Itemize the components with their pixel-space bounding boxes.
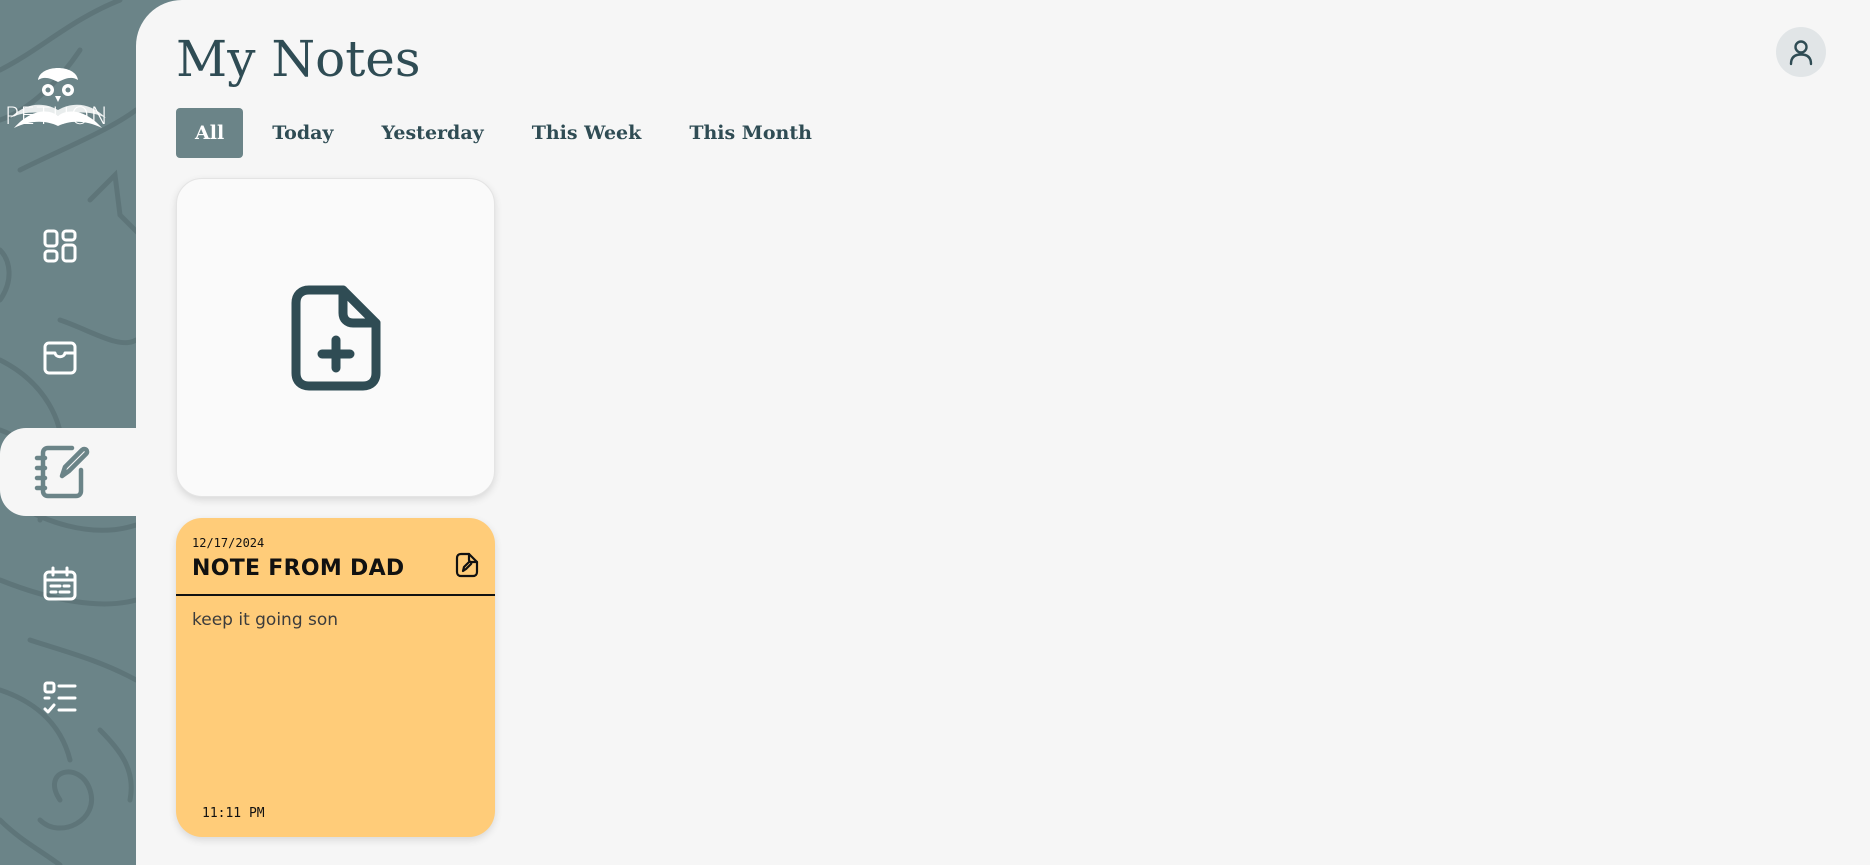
tab-yesterday[interactable]: Yesterday <box>362 108 502 158</box>
file-edit-icon[interactable] <box>455 552 479 578</box>
note-divider <box>176 594 495 596</box>
note-date: 12/17/2024 <box>192 536 265 550</box>
tab-this-week[interactable]: This Week <box>513 108 661 158</box>
tab-this-month[interactable]: This Month <box>670 108 831 158</box>
filter-tabs: All Today Yesterday This Week This Month <box>176 108 841 158</box>
tab-today[interactable]: Today <box>253 108 352 158</box>
tab-all[interactable]: All <box>176 108 244 158</box>
user-icon <box>1789 40 1813 66</box>
checklist-icon <box>43 681 77 714</box>
sidebar-item-inbox[interactable] <box>0 314 136 402</box>
sidebar-item-dashboard[interactable] <box>0 202 136 290</box>
calendar-icon <box>43 566 77 601</box>
note-card[interactable]: 12/17/2024 NOTE FROM DAD keep it going s… <box>176 518 495 837</box>
sidebar: PETUON <box>0 0 136 865</box>
inbox-tray-icon <box>43 341 77 375</box>
sidebar-item-tasks[interactable] <box>0 654 136 742</box>
notebook-pen-icon <box>34 445 90 499</box>
note-time: 11:11 PM <box>202 806 265 821</box>
brand-name: PETUON <box>4 102 110 130</box>
sidebar-item-calendar[interactable] <box>0 540 136 628</box>
new-note-card[interactable] <box>176 178 495 497</box>
note-body: keep it going son <box>192 610 339 630</box>
dashboard-grid-icon <box>43 229 77 263</box>
user-avatar-button[interactable] <box>1776 27 1826 77</box>
file-plus-icon <box>291 285 380 390</box>
main-panel: My Notes All Today Yesterday This Week T… <box>136 0 1870 865</box>
sidebar-item-notes[interactable] <box>0 428 136 516</box>
page-title: My Notes <box>176 30 421 88</box>
note-title: NOTE FROM DAD <box>192 556 405 581</box>
